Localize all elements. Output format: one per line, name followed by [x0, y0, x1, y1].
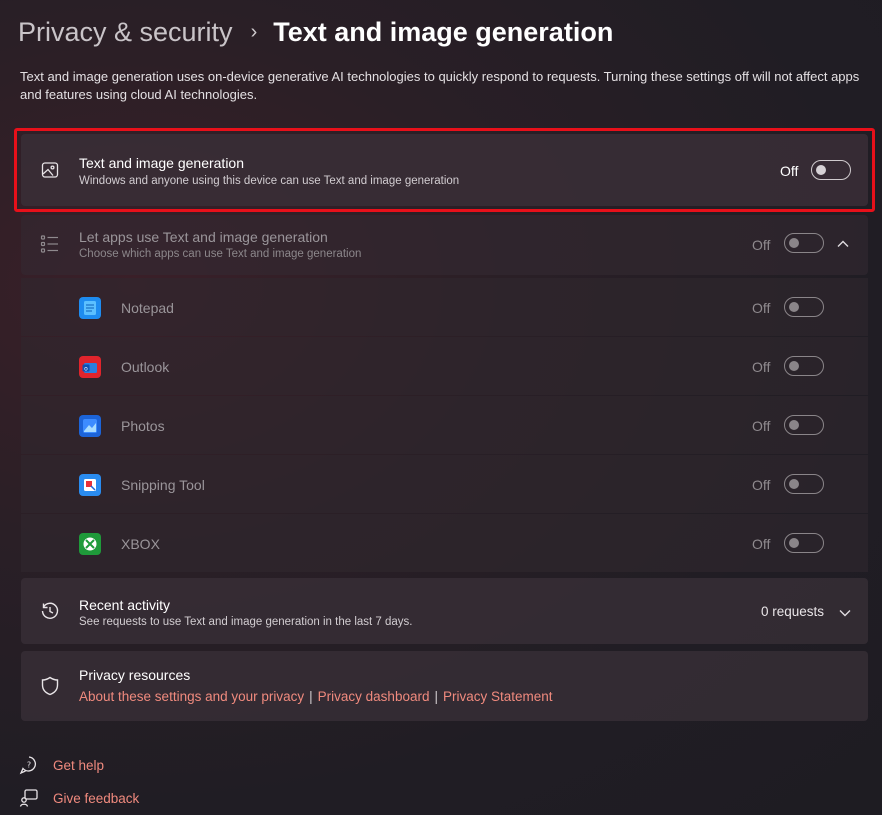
apps-group-title: Let apps use Text and image generation [79, 229, 328, 245]
chevron-down-icon[interactable] [838, 606, 852, 620]
toggle-knob [789, 361, 799, 371]
let-apps-use-toggle[interactable] [784, 233, 824, 253]
app-name: XBOX [121, 536, 160, 552]
shield-icon [39, 675, 61, 697]
toggle-knob [789, 420, 799, 430]
app-name: Notepad [121, 300, 174, 316]
outlook-toggle[interactable] [784, 356, 824, 376]
chevron-up-icon[interactable] [836, 237, 850, 251]
privacy-links: About these settings and your privacy | Pr… [79, 689, 553, 704]
page-title: Text and image generation [273, 16, 614, 47]
link-divider: | [309, 689, 313, 704]
recent-activity-setting[interactable]: Recent activity See requests to use Text… [21, 578, 868, 644]
toggle-state-label: Off [752, 418, 771, 434]
let-apps-use-setting[interactable]: Let apps use Text and image generation C… [21, 215, 868, 275]
list-icon [39, 233, 61, 255]
settings-page: Privacy & security › Text and image gene… [0, 0, 882, 815]
toggle-state-label: Off [752, 237, 771, 253]
notepad-icon [79, 297, 101, 319]
history-icon [39, 600, 61, 622]
xbox-toggle[interactable] [784, 533, 824, 553]
toggle-knob [789, 238, 799, 248]
outlook-icon: o [79, 356, 101, 378]
toggle-knob [789, 479, 799, 489]
give-feedback-link[interactable]: Give feedback [18, 787, 139, 809]
link-divider: | [434, 689, 438, 704]
app-name: Photos [121, 418, 165, 434]
get-help-label[interactable]: Get help [53, 758, 104, 773]
svg-text:o: o [84, 366, 88, 373]
toggle-state-label: Off [752, 477, 771, 493]
apps-group-subtitle: Choose which apps can use Text and image… [79, 248, 362, 260]
photos-icon [79, 415, 101, 437]
privacy-statement-link[interactable]: Privacy Statement [443, 689, 553, 704]
give-feedback-label[interactable]: Give feedback [53, 791, 139, 806]
app-name: Snipping Tool [121, 477, 205, 493]
page-description: Text and image generation uses on-device… [20, 69, 860, 102]
toggle-knob [789, 538, 799, 548]
get-help-link[interactable]: ? Get help [18, 754, 104, 776]
app-name: Outlook [121, 359, 170, 375]
photos-toggle[interactable] [784, 415, 824, 435]
recent-activity-subtitle: See requests to use Text and image gener… [79, 616, 413, 628]
recent-activity-title: Recent activity [79, 597, 171, 613]
app-row-notepad: Notepad Off [21, 278, 868, 336]
app-row-snipping-tool: Snipping Tool Off [21, 455, 868, 513]
app-row-photos: Photos Off [21, 396, 868, 454]
breadcrumb-privacy-security[interactable]: Privacy & security [18, 17, 233, 48]
breadcrumb: Privacy & security › Text and image gene… [18, 12, 613, 52]
help-icon: ? [18, 754, 40, 776]
about-settings-privacy-link[interactable]: About these settings and your privacy [79, 689, 304, 704]
xbox-icon [79, 533, 101, 555]
svg-text:?: ? [27, 761, 31, 770]
highlight-frame [14, 128, 875, 212]
toggle-knob [789, 302, 799, 312]
snipping-tool-icon [79, 474, 101, 496]
toggle-state-label: Off [752, 300, 771, 316]
feedback-icon [18, 787, 40, 809]
chevron-right-icon: › [250, 20, 258, 43]
toggle-state-label: Off [752, 536, 771, 552]
requests-count: 0 requests [760, 604, 824, 619]
privacy-resources-title: Privacy resources [79, 667, 191, 683]
toggle-state-label: Off [752, 359, 771, 375]
notepad-toggle[interactable] [784, 297, 824, 317]
snipping-tool-toggle[interactable] [784, 474, 824, 494]
app-row-xbox: XBOX Off [21, 514, 868, 572]
privacy-resources-card: Privacy resources About these settings a… [21, 651, 868, 721]
privacy-dashboard-link[interactable]: Privacy dashboard [318, 689, 430, 704]
app-row-outlook: o Outlook Off [21, 337, 868, 395]
